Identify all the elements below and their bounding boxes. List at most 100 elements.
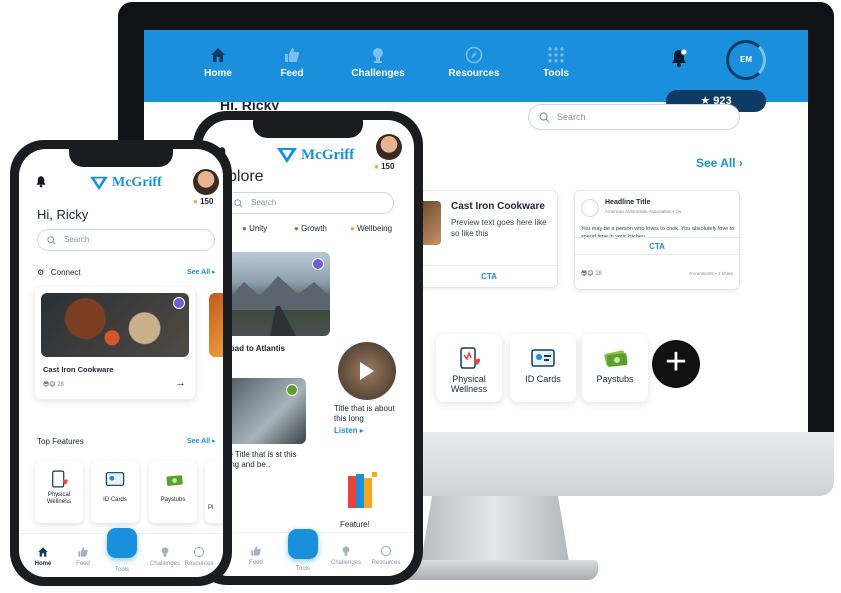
tab-feed[interactable]: Feed <box>63 546 103 567</box>
gear-icon: ⚙ <box>37 268 45 277</box>
emoji-happy-icon: 😊 <box>49 382 56 388</box>
filter-unity[interactable]: ● Unity <box>242 224 267 233</box>
play-icon <box>360 362 374 380</box>
reaction-count: 28 <box>595 271 602 277</box>
tab-tools[interactable]: Tools <box>283 566 323 572</box>
logo-text: McGriff <box>112 175 162 190</box>
card2-cta-button[interactable]: CTA <box>575 237 739 255</box>
tab-home[interactable]: Home <box>23 546 63 567</box>
nav-tools[interactable]: Tools <box>518 46 594 79</box>
phone-right-search-input[interactable]: Search <box>224 192 394 214</box>
search-placeholder: Search <box>251 198 277 207</box>
nav-challenges[interactable]: Challenges <box>340 46 416 79</box>
tab-label: Resources <box>371 560 401 566</box>
cookware-photo <box>41 293 189 357</box>
leaf-badge-icon <box>286 384 298 396</box>
features-see-all-link[interactable]: See All ▸ <box>187 437 216 445</box>
grid-icon <box>547 46 565 64</box>
desktop-search-input[interactable]: Search <box>528 104 740 130</box>
add-feature-button[interactable]: + <box>652 340 700 388</box>
see-all-label: See All <box>696 156 736 170</box>
office-photo[interactable] <box>224 378 306 444</box>
avatar[interactable] <box>376 134 402 160</box>
feature-paystubs[interactable]: Paystubs <box>149 461 197 523</box>
nav-feed[interactable]: Feed <box>254 46 330 79</box>
tab-tools[interactable]: Tools <box>102 567 142 573</box>
tab-label: Feed <box>76 561 90 567</box>
cup-icon: ● <box>350 224 355 233</box>
tab-resources[interactable]: Resources <box>366 545 406 566</box>
top-features-label: Top Features <box>37 437 84 446</box>
avatar[interactable] <box>193 169 219 195</box>
logo-text: McGriff <box>301 146 355 163</box>
desktop-article-card[interactable]: Cast Iron Cookware Preview text goes her… <box>420 190 558 288</box>
arrow-right-icon[interactable]: → <box>175 377 186 389</box>
feature-label: Physical Wellness <box>450 374 488 394</box>
mcgriff-logo-icon <box>277 148 297 163</box>
feature-id-cards[interactable]: ID Cards <box>91 461 139 523</box>
globe-badge-icon <box>312 258 324 270</box>
filter-label: Wellbeing <box>357 224 393 233</box>
search-icon <box>539 112 550 123</box>
nav-challenges-label: Challenges <box>351 68 405 79</box>
greeting: Hi, Ricky <box>37 207 89 222</box>
video-caption: Title that is about this long <box>334 404 395 423</box>
feature-label: Paystubs <box>160 497 186 503</box>
mcgriff-logo-icon <box>90 176 108 191</box>
road-photo[interactable] <box>224 252 330 336</box>
feature-peek[interactable]: Pl <box>205 461 223 523</box>
feature-physical-wellness[interactable]: Physical Wellness <box>35 461 83 523</box>
desktop-see-all-link[interactable]: See All › <box>696 156 743 170</box>
article-caption: de Title that is st this long and be.. <box>224 450 297 469</box>
filter-wellbeing[interactable]: ● Wellbeing <box>350 224 392 233</box>
listen-link[interactable]: Listen ▸ <box>334 426 364 435</box>
phone-right-tab-bar: Feed Tools Challenges Resources <box>202 529 414 576</box>
books-icon[interactable] <box>344 470 380 510</box>
home-icon <box>37 546 49 558</box>
phone-left-search-input[interactable]: Search <box>37 229 215 251</box>
profile-avatar[interactable]: EM <box>726 40 766 80</box>
trophy-icon <box>159 546 171 558</box>
phone-left-tab-bar: Home Feed Tools Challenges Resources <box>19 528 223 577</box>
desktop-feature-id-cards[interactable]: ID Cards <box>510 334 576 402</box>
next-card-peek[interactable] <box>209 293 223 357</box>
desktop-feature-physical-wellness[interactable]: Physical Wellness <box>436 334 502 402</box>
tab-label: Resources <box>184 561 214 567</box>
feature-label: Feature! <box>340 520 370 529</box>
desktop-news-card[interactable]: Headline Title American Automobile Assoc… <box>574 190 740 290</box>
monitor-stand-base <box>392 560 598 580</box>
nav-home[interactable]: Home <box>180 46 256 79</box>
home-icon <box>209 46 227 64</box>
video-thumbnail[interactable] <box>338 342 396 400</box>
desktop-feature-paystubs[interactable]: Paystubs <box>582 334 648 402</box>
tab-resources[interactable]: Resources <box>179 546 219 567</box>
tools-button[interactable] <box>288 529 318 559</box>
card-title: Cast Iron Cookware <box>451 201 545 212</box>
phone-left-screen: McGriff ● 150 Hi, Ricky Search ⚙ Connect… <box>19 149 223 577</box>
tab-label: Tools <box>114 567 129 573</box>
feature-label: Paystubs <box>596 374 634 384</box>
tools-button[interactable] <box>107 528 137 558</box>
tab-label: Challenges <box>330 560 362 566</box>
tab-challenges[interactable]: Challenges <box>326 545 366 566</box>
connect-header: ⚙ Connect <box>37 268 81 277</box>
mcgriff-logo: McGriff <box>89 175 162 191</box>
phone-left: McGriff ● 150 Hi, Ricky Search ⚙ Connect… <box>10 140 232 586</box>
thumbs-up-icon <box>77 546 89 558</box>
filter-growth[interactable]: ● Growth <box>294 224 327 233</box>
connect-see-all-link[interactable]: See All ▸ <box>187 268 216 276</box>
emoji-happy-icon: 😊 <box>587 271 594 277</box>
nav-resources-label: Resources <box>448 68 500 79</box>
reaction-row: 😎😊 28 <box>581 270 602 277</box>
tab-feed[interactable]: Feed <box>236 545 276 566</box>
nav-resources[interactable]: Resources <box>436 46 512 79</box>
feature-label: ID Cards <box>103 497 127 503</box>
cookware-card[interactable]: Cast Iron Cookware 😎😊 28 → <box>35 287 195 399</box>
bell-icon[interactable] <box>670 48 688 68</box>
bell-icon[interactable] <box>35 175 47 188</box>
card-preview: Preview text goes here like so like this <box>451 218 547 238</box>
tab-label: Challenges <box>149 561 181 567</box>
connect-label: Connect <box>50 268 81 277</box>
card-cta-button[interactable]: CTA <box>421 265 557 287</box>
reaction-count: 28 <box>57 382 64 388</box>
